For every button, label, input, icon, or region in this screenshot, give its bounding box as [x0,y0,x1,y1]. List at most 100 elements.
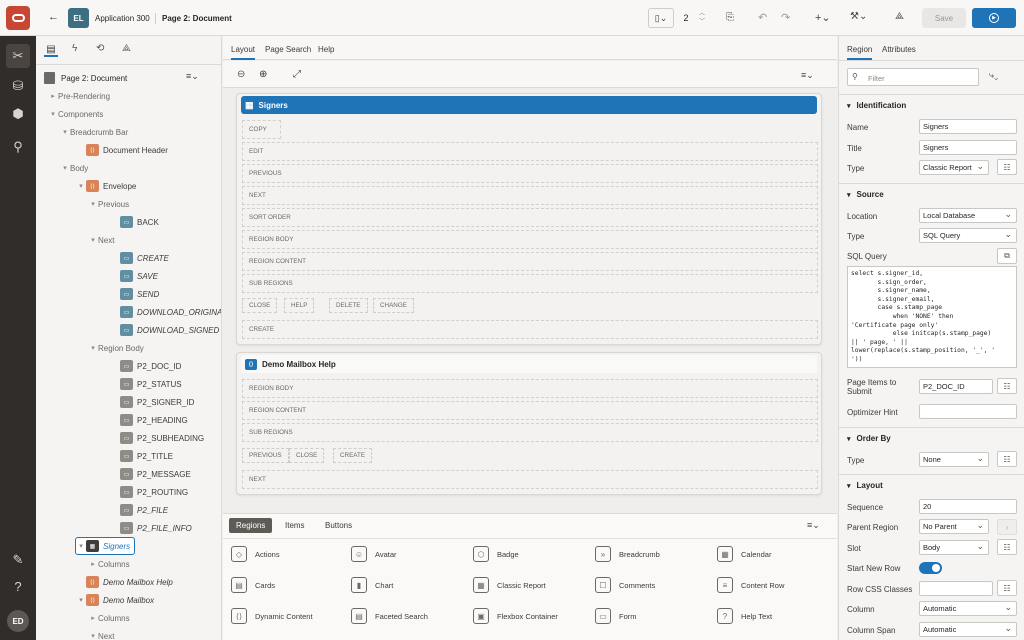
sequence-input[interactable]: 20 [919,499,1017,514]
slot-sub-regions[interactable]: SUB REGIONS [242,274,818,293]
tree-node[interactable]: ▭ DOWNLOAD_SIGNED [110,322,219,338]
processing-tab[interactable]: ⟲ [96,43,104,54]
chevron-down-icon[interactable]: ▾ [48,110,58,118]
tree-node[interactable]: ▭ P2_ROUTING [110,484,188,500]
location-select[interactable]: Local Database [919,208,1017,223]
slot-region-content[interactable]: REGION CONTENT [242,252,818,271]
section-identification[interactable]: ▾ Identification [839,94,1024,116]
section-source[interactable]: ▾ Source [839,183,1024,205]
chevron-down-icon[interactable]: ▾ [88,236,98,244]
tree-node[interactable]: ▾ ▦ Signers [74,537,136,555]
region-demo-mailbox-help[interactable]: ⟨⟩ Demo Mailbox Help REGION BODY REGION … [236,352,822,495]
page-stepper[interactable]: ︿ ﹀ [696,8,708,28]
tree-node[interactable]: ▾ Breadcrumb Bar [60,124,128,140]
gallery-item[interactable]: ▤ Faceted Search [351,606,428,626]
chevron-right-icon[interactable]: ▸ [88,560,98,568]
tree-node[interactable]: ▭ P2_TITLE [110,448,173,464]
gallery-item[interactable]: ◇ Actions [231,544,280,564]
gallery-item[interactable]: ▮ Chart [351,575,393,595]
slot-previous[interactable]: PREVIOUS [242,448,289,463]
code-editor-icon[interactable]: ⧉ [997,248,1017,264]
slot-close[interactable]: CLOSE [242,298,278,313]
gallery-item[interactable]: ▦ Calendar [717,544,771,564]
chevron-right-icon[interactable]: ▸ [88,614,98,622]
list-icon[interactable]: ☷ [997,451,1017,467]
parent-region-select[interactable]: No Parent [919,519,989,534]
page-name[interactable]: Page 2: Document [162,14,232,23]
user-edit-icon[interactable]: ✎ [6,548,30,572]
column-span-select[interactable]: Automatic [919,622,1017,637]
sql-query-editor[interactable]: select s.signer_id, s.sign_order, s.sign… [847,266,1017,368]
slot-delete[interactable]: DELETE [329,298,368,313]
tree-node[interactable]: ▭ SEND [110,286,159,302]
tree-node[interactable]: ▸ Columns [88,610,129,626]
page-items-input[interactable]: P2_DOC_ID [919,379,993,394]
slot-region-body[interactable]: REGION BODY [242,230,818,249]
utilities-menu-icon[interactable]: ⚒⌄ [850,11,867,22]
tree-node[interactable]: ▾ ⟨⟩ Demo Mailbox [76,592,154,608]
tree-node[interactable]: ▭ P2_FILE_INFO [110,520,192,536]
chevron-down-icon[interactable]: ▾ [60,128,70,136]
go-to-group-icon[interactable]: ⤷⌄ [989,70,998,81]
search-icon[interactable]: ⚲ [6,135,30,159]
list-icon[interactable]: ☷ [997,378,1017,394]
filter-input[interactable]: ⚲ Filter [847,68,979,86]
redo-icon[interactable]: ↷ [781,11,790,24]
start-new-row-toggle[interactable] [919,562,942,574]
gallery-tab-items[interactable]: Items [285,521,305,530]
slot-next[interactable]: NEXT [242,186,818,205]
avatar[interactable]: ED [7,610,29,632]
gallery-item[interactable]: ▦ Classic Report [473,575,546,595]
tree-node[interactable]: ▭ BACK [110,214,159,230]
tab-page-search[interactable]: Page Search [265,45,311,54]
tab-help[interactable]: Help [318,45,334,54]
undo-icon[interactable]: ↶ [758,11,767,24]
database-icon[interactable]: ⛁ [6,74,30,98]
gallery-item[interactable]: ☐ Comments [595,575,655,595]
chevron-down-icon[interactable]: ▾ [88,200,98,208]
tree-node[interactable]: ▭ P2_FILE [110,502,168,518]
page-title[interactable]: Page 2: Document [61,74,127,83]
page-number-input[interactable]: 2 [676,8,696,28]
source-type-select[interactable]: SQL Query [919,228,1017,243]
tree-node[interactable]: ▭ SAVE [110,268,158,284]
shared-components-tab[interactable]: ⟁ [122,43,131,54]
slot-change[interactable]: CHANGE [373,298,414,313]
tree-node[interactable]: ▾ ⟨⟩ Envelope [76,178,136,194]
tree-node[interactable]: ▸ Columns [88,556,129,572]
region-demo-mailbox-help-header[interactable]: ⟨⟩ Demo Mailbox Help [241,355,817,373]
tree-node[interactable]: ▾ Next [88,232,114,248]
chevron-down-icon[interactable]: ▾ [88,344,98,352]
lock-icon[interactable]: ⎘ [726,12,734,23]
page-designer-icon[interactable]: ✂ [6,44,30,68]
region-signers[interactable]: ▦ Signers COPY EDIT PREVIOUS NEXT SORT O… [236,93,822,345]
tree-node[interactable]: ▭ P2_SIGNER_ID [110,394,194,410]
gallery-item[interactable]: ⟨⟩ Dynamic Content [231,606,313,626]
tree-node[interactable]: ▭ P2_DOC_ID [110,358,181,374]
slot-help[interactable]: HELP [284,298,315,313]
tab-layout[interactable]: Layout [231,45,256,60]
chevron-right-icon[interactable]: › [997,519,1017,535]
gallery-item[interactable]: » Breadcrumb [595,544,660,564]
tab-attributes[interactable]: Attributes [882,45,916,54]
tree-menu-icon[interactable]: ≡⌄ [186,71,199,82]
slot-close[interactable]: CLOSE [289,448,325,463]
column-select[interactable]: Automatic [919,601,1017,616]
gallery-menu-icon[interactable]: ≡⌄ [807,520,820,531]
gallery-item[interactable]: ▣ Flexbox Container [473,606,558,626]
tree-node[interactable]: ▭ P2_STATUS [110,376,182,392]
zoom-out-icon[interactable]: ⊖ [237,69,245,80]
tab-region[interactable]: Region [847,45,873,60]
slot-create[interactable]: CREATE [242,320,818,339]
tree-node[interactable]: ⟨⟩ Document Header [76,142,168,158]
tree-node[interactable]: ▾ Previous [88,196,129,212]
chevron-right-icon[interactable]: ▸ [48,92,58,100]
list-icon[interactable]: ☷ [997,539,1017,555]
chevron-down-icon[interactable]: ▾ [76,182,86,190]
tree-node[interactable]: ▾ Components [48,106,103,122]
slot-region-body[interactable]: REGION BODY [242,379,818,398]
tree-node[interactable]: ▭ P2_HEADING [110,412,188,428]
title-input[interactable]: Signers [919,140,1017,155]
name-input[interactable]: Signers [919,119,1017,134]
help-icon[interactable]: ? [6,574,30,598]
